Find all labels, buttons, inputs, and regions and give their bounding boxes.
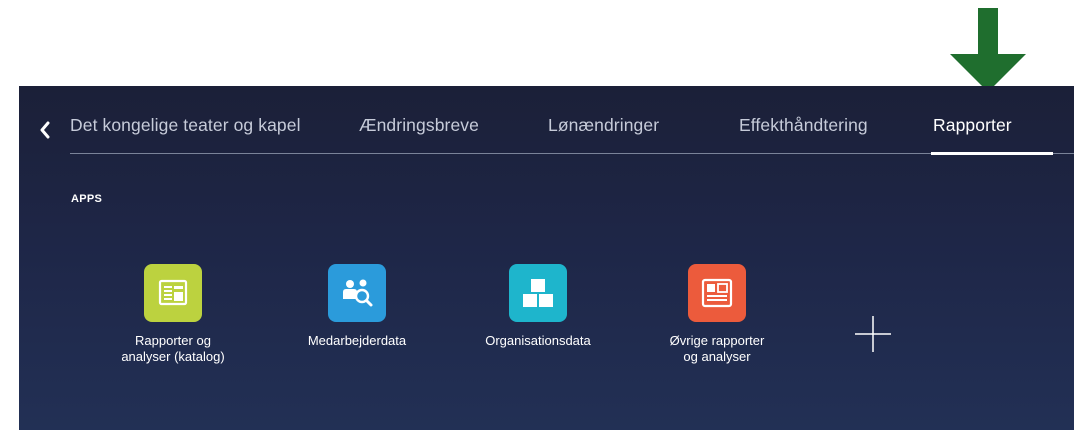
app-label: Organisationsdata <box>485 333 591 348</box>
app-label: Øvrige rapporter og analyser <box>669 333 765 364</box>
other-reports-icon <box>701 278 733 308</box>
tab-effekthaandtering[interactable]: Effekthåndtering <box>739 115 868 136</box>
tabs-divider <box>70 153 1074 154</box>
app-panel: Det kongelige teater og kapel Ændringsbr… <box>19 86 1074 430</box>
tabs-previous-button[interactable] <box>35 116 55 144</box>
app-label: Rapporter og analyser (katalog) <box>121 333 225 364</box>
tab-rapporter[interactable]: Rapporter <box>933 115 1012 136</box>
app-tile <box>688 264 746 322</box>
add-app-button[interactable] <box>851 312 895 356</box>
section-label-apps: APPS <box>71 193 103 205</box>
tab-aendringsbreve[interactable]: Ændringsbreve <box>359 115 479 136</box>
tab-loenaendringer[interactable]: Lønændringer <box>548 115 659 136</box>
tab-det-kongelige-teater[interactable]: Det kongelige teater og kapel <box>70 115 301 136</box>
app-label: Medarbejderdata <box>307 333 407 348</box>
report-catalog-icon <box>158 279 188 306</box>
active-tab-indicator <box>931 152 1053 155</box>
annotation-arrow-icon <box>950 8 1026 92</box>
app-tile <box>509 264 567 322</box>
app-organisationsdata[interactable]: Organisationsdata <box>468 264 608 349</box>
cubes-icon <box>523 279 553 307</box>
people-search-icon <box>343 279 373 307</box>
chevron-left-icon <box>40 121 50 139</box>
plus-icon <box>855 316 891 352</box>
app-oevrige-rapporter[interactable]: Øvrige rapporter og analyser <box>647 264 787 365</box>
app-tile <box>328 264 386 322</box>
app-medarbejderdata[interactable]: Medarbejderdata <box>287 264 427 349</box>
app-rapporter-og-analyser[interactable]: Rapporter og analyser (katalog) <box>103 264 243 365</box>
app-tile <box>144 264 202 322</box>
